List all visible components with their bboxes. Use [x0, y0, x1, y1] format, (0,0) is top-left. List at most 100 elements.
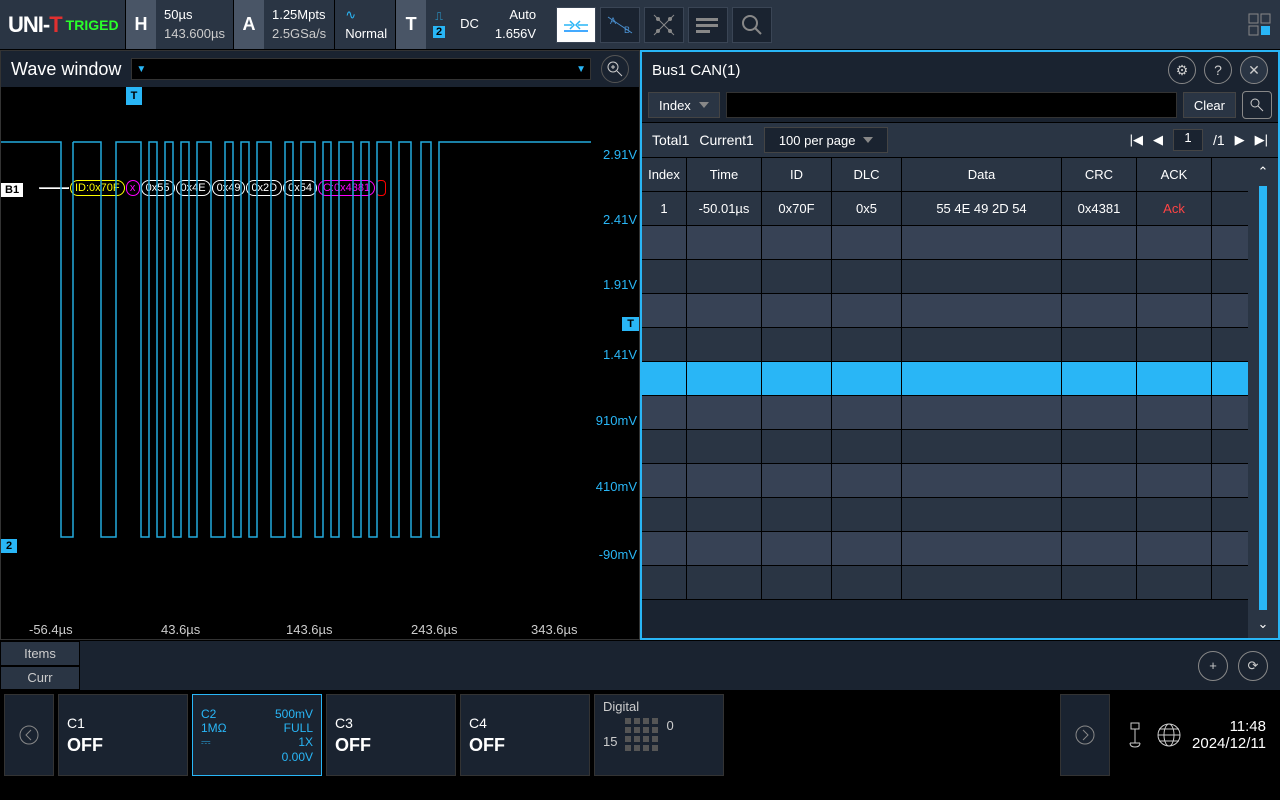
horizontal-group[interactable]: H 50µs 143.600µs — [125, 0, 233, 49]
search-decode-icon[interactable] — [1242, 91, 1272, 119]
close-icon[interactable]: ✕ — [1240, 56, 1268, 84]
trigger-level-marker[interactable]: T — [622, 317, 639, 331]
trig-mode: Auto — [495, 6, 536, 24]
math-icon[interactable] — [644, 7, 684, 43]
table-row[interactable] — [642, 430, 1248, 464]
items-body — [80, 641, 1186, 690]
t-badge: T — [396, 0, 426, 49]
trig-coupling: DC — [460, 15, 479, 33]
digital-grid-icon — [625, 718, 658, 751]
y-label: 2.91V — [603, 147, 637, 162]
channel-marker[interactable]: 2 — [1, 539, 17, 553]
y-label: 2.41V — [603, 212, 637, 227]
trig-channel: 2 — [433, 26, 445, 38]
tab-items[interactable]: Items — [0, 641, 80, 666]
scroll-down-icon[interactable]: ⌄ — [1258, 616, 1269, 632]
apps-icon[interactable] — [1240, 0, 1280, 49]
scroll-thumb[interactable] — [1259, 186, 1267, 610]
acq-mode: Normal — [345, 25, 387, 43]
logo: UNI-T TRIGED — [0, 0, 125, 49]
table-row[interactable] — [642, 260, 1248, 294]
acquire-group[interactable]: A 1.25Mpts 2.5GSa/s ∿ Normal — [233, 0, 395, 49]
timebase: 50µs — [164, 6, 225, 24]
items-bar: Items Curr + ⟳ — [0, 640, 1280, 690]
decode-panel: Bus1 CAN(1) ⚙ ? ✕ Index Clear Total1 Cur… — [640, 50, 1280, 640]
dc-icon: ⎓ — [201, 735, 211, 750]
waveform-svg — [1, 87, 639, 605]
help-icon[interactable]: ? — [1204, 56, 1232, 84]
decode-table: Index Time ID DLC Data CRC ACK 1 -50.01µ… — [642, 158, 1278, 638]
channel-c4[interactable]: C4 OFF — [460, 694, 590, 776]
mem-depth: 1.25Mpts — [272, 6, 326, 24]
clear-button[interactable]: Clear — [1183, 92, 1236, 118]
wave-panel: Wave window ▼▼ T B1 ID:0x70F x 0x55 0x4E… — [0, 50, 640, 640]
col-dlc: DLC — [832, 158, 902, 191]
trigger-group[interactable]: T ⎍ 2 DC Auto 1.656V — [395, 0, 544, 49]
waveform-display[interactable]: T B1 ID:0x70F x 0x55 0x4E 0x49 0x2D 0x54… — [1, 87, 639, 639]
current-label: Current1 — [699, 132, 753, 148]
nav-first-icon[interactable]: |◀ — [1130, 132, 1143, 148]
sample-rate: 2.5GSa/s — [272, 25, 326, 43]
table-row[interactable] — [642, 396, 1248, 430]
filter-select[interactable]: Index — [648, 92, 720, 118]
h-badge: H — [126, 0, 156, 49]
table-row[interactable] — [642, 464, 1248, 498]
scroll-right-button[interactable] — [1060, 694, 1110, 776]
datetime[interactable]: 11:48 2024/12/11 — [1192, 718, 1266, 752]
table-row[interactable] — [642, 498, 1248, 532]
y-label: 1.91V — [603, 277, 637, 292]
trigger-status: TRIGED — [66, 17, 119, 33]
decode-title: Bus1 CAN(1) — [652, 62, 1160, 79]
refresh-icon[interactable]: ⟳ — [1238, 651, 1268, 681]
page-input[interactable]: 1 — [1173, 129, 1203, 151]
table-row[interactable] — [642, 328, 1248, 362]
y-label: 910mV — [596, 413, 637, 428]
x-label: 43.6µs — [161, 622, 200, 637]
table-header-row: Index Time ID DLC Data CRC ACK — [642, 158, 1248, 192]
ref-icon[interactable] — [688, 7, 728, 43]
decode-filter-row: Index Clear — [642, 88, 1278, 122]
table-scrollbar[interactable]: ⌃ ⌄ — [1248, 158, 1278, 638]
main-area: Wave window ▼▼ T B1 ID:0x70F x 0x55 0x4E… — [0, 50, 1280, 640]
wave-header: Wave window ▼▼ — [1, 51, 639, 87]
col-index: Index — [642, 158, 687, 191]
search-icon[interactable] — [732, 7, 772, 43]
svg-text:A: A — [610, 16, 616, 26]
per-page-select[interactable]: 100 per page — [764, 127, 889, 153]
usb-icon[interactable] — [1124, 721, 1146, 749]
x-label: 343.6µs — [531, 622, 578, 637]
y-label: -90mV — [599, 547, 637, 562]
col-id: ID — [762, 158, 832, 191]
channel-c1[interactable]: C1 OFF — [58, 694, 188, 776]
channel-c3[interactable]: C3 OFF — [326, 694, 456, 776]
table-row[interactable]: 1 -50.01µs 0x70F 0x5 55 4E 49 2D 54 0x43… — [642, 192, 1248, 226]
table-row[interactable] — [642, 226, 1248, 260]
table-row[interactable] — [642, 566, 1248, 600]
channel-digital[interactable]: Digital 15 0 — [594, 694, 724, 776]
x-label: 243.6µs — [411, 622, 458, 637]
y-label: 1.41V — [603, 347, 637, 362]
col-data: Data — [902, 158, 1062, 191]
table-row[interactable] — [642, 294, 1248, 328]
wave-icon: ∿ — [345, 6, 387, 24]
settings-icon[interactable]: ⚙ — [1168, 56, 1196, 84]
scroll-up-icon[interactable]: ⌃ — [1258, 164, 1269, 180]
filter-input[interactable] — [726, 92, 1177, 118]
table-row-selected[interactable] — [642, 362, 1248, 396]
wave-dropdown[interactable]: ▼▼ — [131, 58, 591, 80]
total-label: Total1 — [652, 132, 689, 148]
tab-curr[interactable]: Curr — [0, 666, 80, 691]
table-row[interactable] — [642, 532, 1248, 566]
scroll-left-button[interactable] — [4, 694, 54, 776]
nav-last-icon[interactable]: ▶| — [1255, 132, 1268, 148]
h-position: 143.600µs — [164, 25, 225, 43]
measure-icon[interactable] — [556, 7, 596, 43]
network-icon[interactable] — [1156, 722, 1182, 748]
zoom-icon[interactable] — [601, 55, 629, 83]
add-icon[interactable]: + — [1198, 651, 1228, 681]
channel-c2[interactable]: C2500mV 1MΩFULL ⎓1X 0.00V — [192, 694, 322, 776]
nav-next-icon[interactable]: ▶ — [1235, 132, 1245, 148]
cursor-icon[interactable]: AB — [600, 7, 640, 43]
nav-prev-icon[interactable]: ◀ — [1153, 132, 1163, 148]
y-label: 410mV — [596, 479, 637, 494]
